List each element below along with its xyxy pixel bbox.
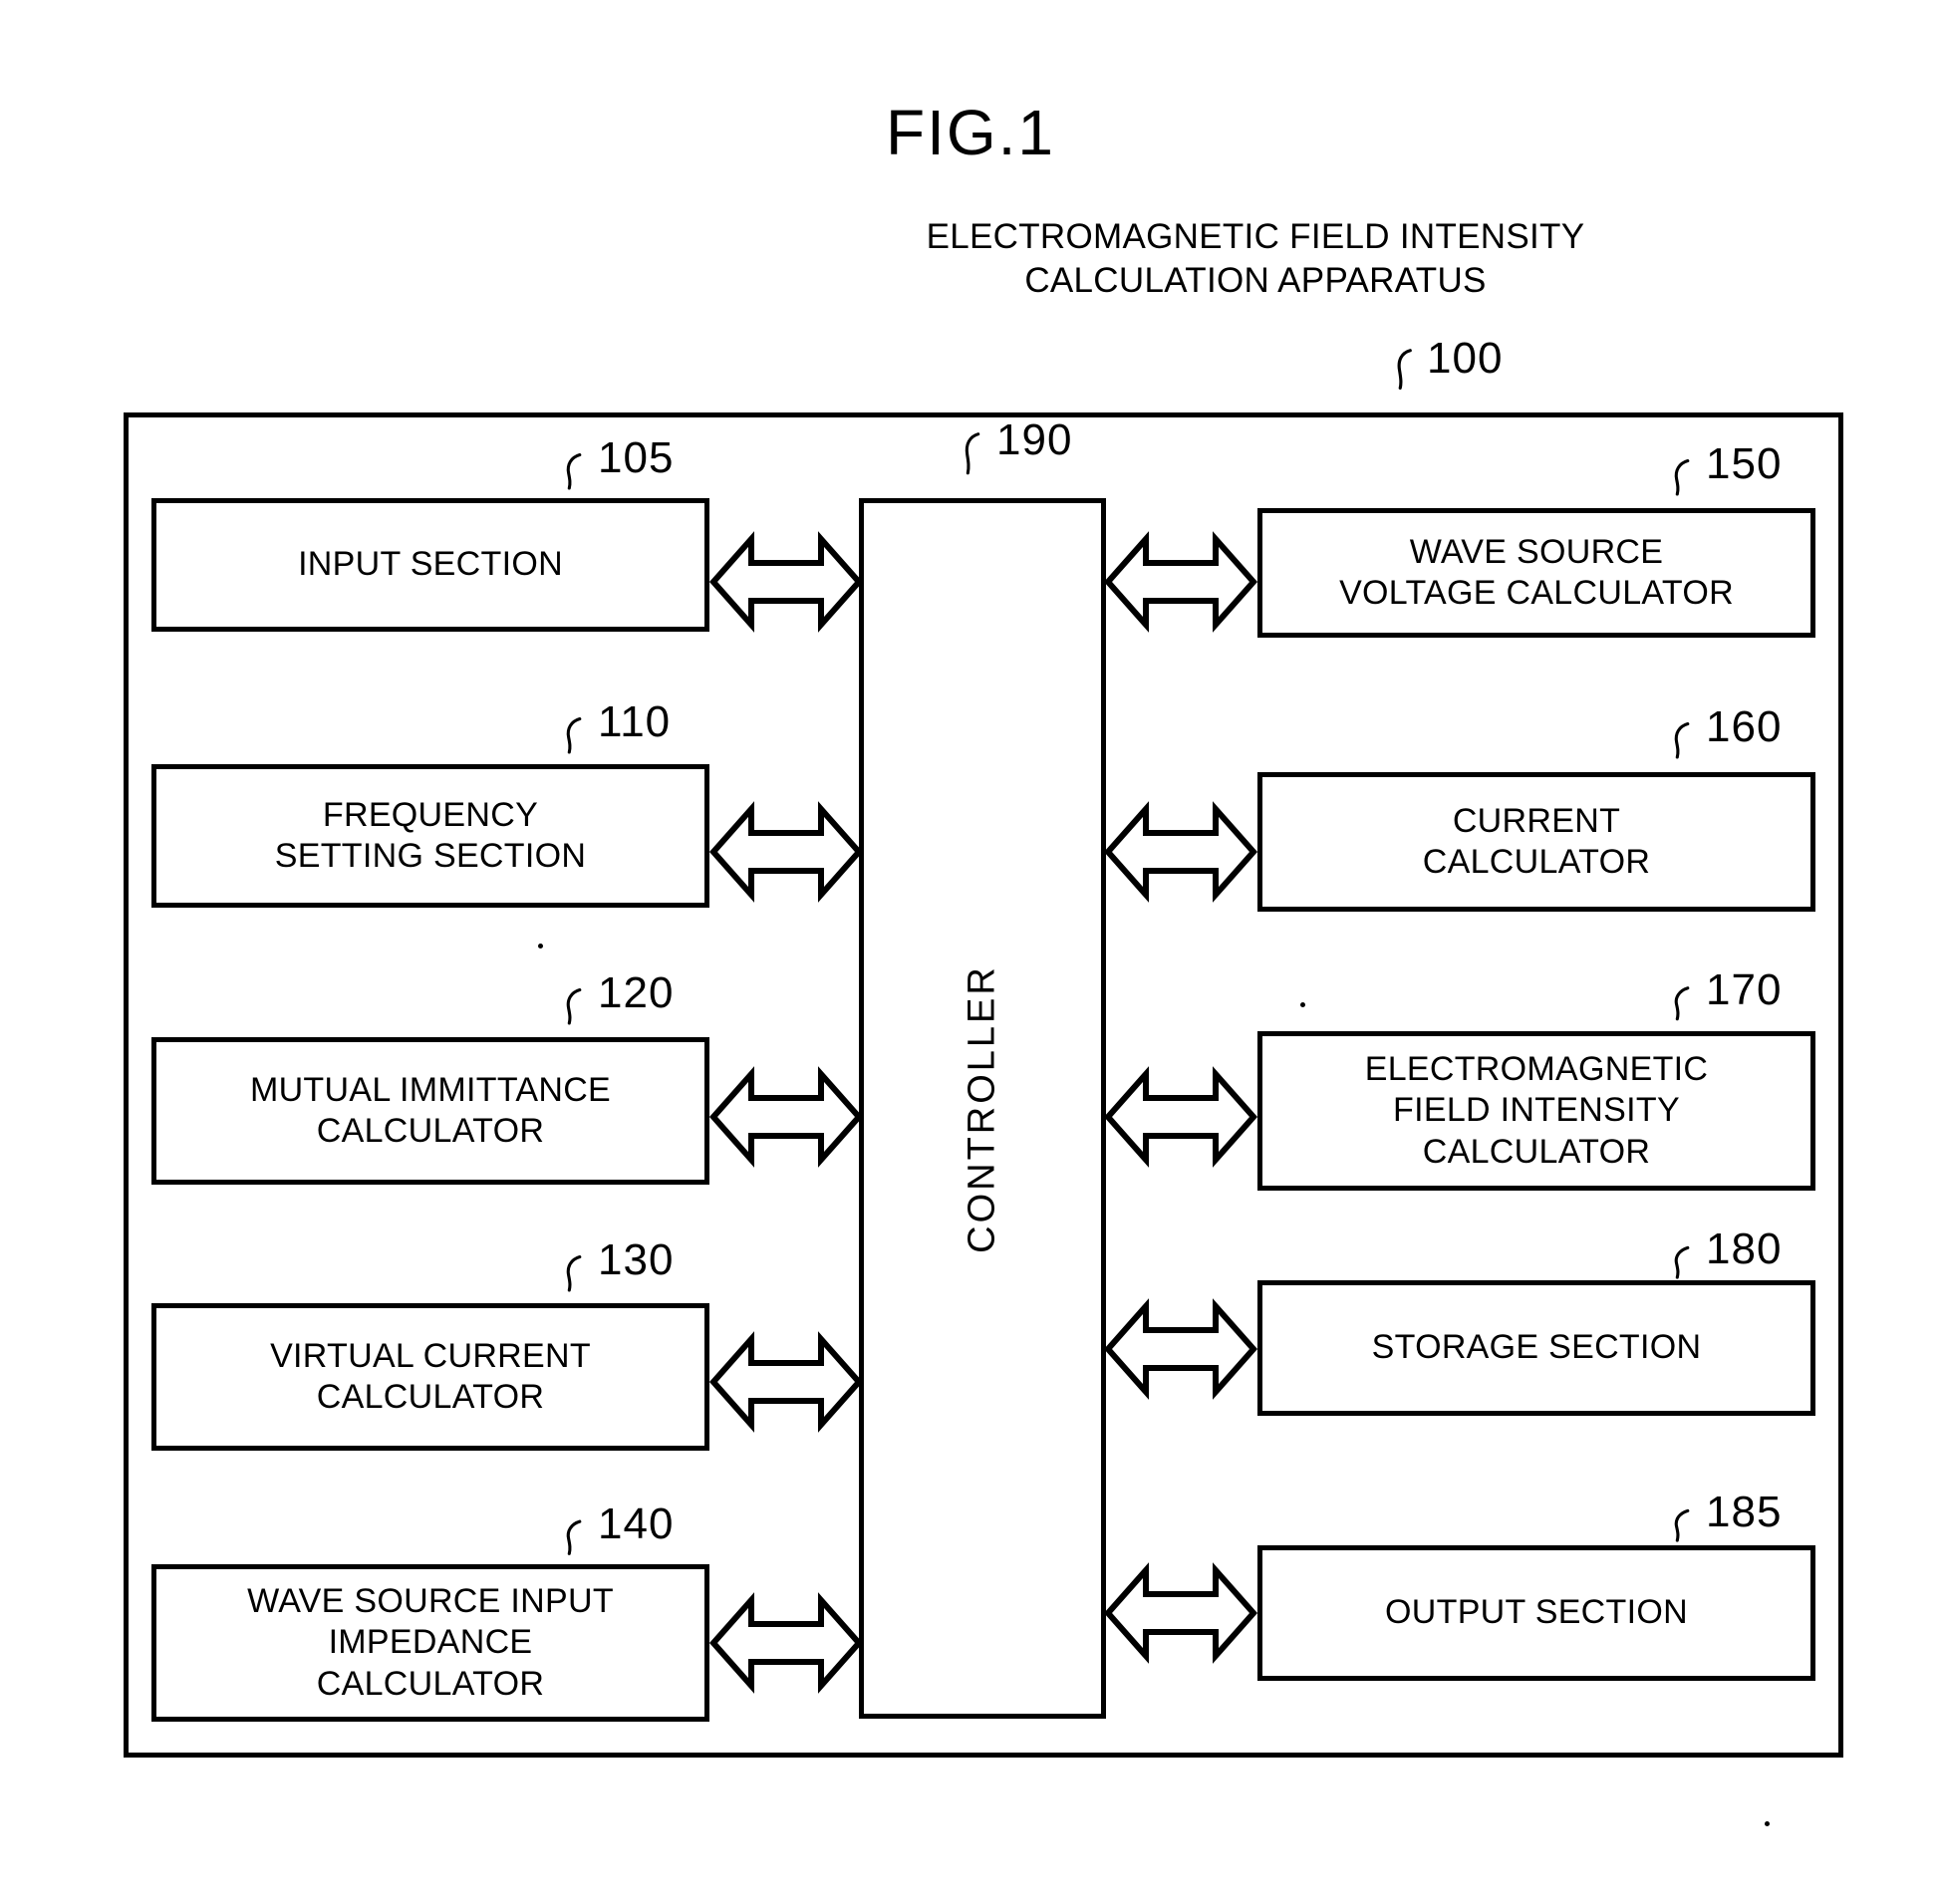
ref-leader-120-icon [566, 987, 582, 1025]
module-storage-section[interactable]: STORAGE SECTION [1257, 1280, 1815, 1416]
ref-leader-170-icon [1674, 986, 1690, 1021]
controller-label: CONTROLLER [961, 963, 1003, 1253]
ref-callout-150: 150 [1706, 439, 1783, 488]
ref-leader-140-icon [566, 1519, 582, 1555]
module-virtual-current-calculator-label: VIRTUAL CURRENT CALCULATOR [270, 1336, 591, 1416]
module-wave-source-voltage-calculator[interactable]: WAVE SOURCE VOLTAGE CALCULATOR [1257, 508, 1815, 638]
module-current-calculator[interactable]: CURRENT CALCULATOR [1257, 772, 1815, 912]
figure-title: FIG.1 [885, 97, 1056, 168]
ref-callout-160: 160 [1706, 702, 1783, 751]
ref-callout-120: 120 [598, 968, 675, 1017]
module-electromagnetic-field-intensity-calculator[interactable]: ELECTROMAGNETIC FIELD INTENSITY CALCULAT… [1257, 1031, 1815, 1191]
connector-arrow-frequency-setting-section [708, 801, 864, 903]
controller-box[interactable]: CONTROLLER [859, 498, 1106, 1719]
ref-callout-180: 180 [1706, 1224, 1783, 1273]
ref-callout-130: 130 [598, 1235, 675, 1284]
connector-arrow-output-section [1103, 1562, 1258, 1664]
ref-leader-130-icon [566, 1254, 582, 1292]
ref-leader-190-icon [965, 432, 980, 475]
ref-callout-105: 105 [598, 433, 675, 482]
connector-arrow-electromagnetic-field-intensity-calculator [1103, 1066, 1258, 1168]
apparatus-caption: ELECTROMAGNETIC FIELD INTENSITY CALCULAT… [877, 215, 1634, 303]
ref-callout-185: 185 [1706, 1488, 1783, 1536]
ref-leader-110-icon [566, 716, 582, 754]
module-mutual-immittance-calculator-label: MUTUAL IMMITTANCE CALCULATOR [249, 1070, 612, 1150]
ref-leader-105-icon [566, 452, 582, 490]
apparatus-caption-line1: ELECTROMAGNETIC FIELD INTENSITY [926, 217, 1585, 256]
module-input-section[interactable]: INPUT SECTION [151, 498, 709, 632]
connector-arrow-current-calculator [1103, 801, 1258, 903]
module-virtual-current-calculator[interactable]: VIRTUAL CURRENT CALCULATOR [151, 1303, 709, 1451]
module-frequency-setting-section[interactable]: FREQUENCY SETTING SECTION [151, 764, 709, 908]
module-electromagnetic-field-intensity-calculator-label: ELECTROMAGNETIC FIELD INTENSITY CALCULAT… [1364, 1049, 1709, 1171]
module-input-section-label: INPUT SECTION [298, 545, 563, 584]
connector-arrow-virtual-current-calculator [708, 1331, 864, 1433]
module-wave-source-input-impedance-calculator-label: WAVE SOURCE INPUT IMPEDANCE CALCULATOR [247, 1581, 614, 1703]
connector-arrow-wave-source-voltage-calculator [1103, 531, 1258, 633]
module-output-section-label: OUTPUT SECTION [1385, 1593, 1688, 1632]
ref-callout-170: 170 [1706, 965, 1783, 1014]
ref-callout-190: 190 [996, 415, 1073, 464]
ref-leader-185-icon [1674, 1508, 1690, 1542]
ref-callout-140: 140 [598, 1499, 675, 1548]
module-mutual-immittance-calculator[interactable]: MUTUAL IMMITTANCE CALCULATOR [151, 1037, 709, 1185]
module-current-calculator-label: CURRENT CALCULATOR [1422, 801, 1651, 881]
ref-leader-100-icon [1397, 349, 1412, 391]
ref-leader-160-icon [1674, 721, 1690, 759]
ref-leader-150-icon [1674, 458, 1690, 496]
ref-callout-110: 110 [598, 697, 672, 746]
connector-arrow-wave-source-input-impedance-calculator [708, 1592, 864, 1694]
module-wave-source-voltage-calculator-label: WAVE SOURCE VOLTAGE CALCULATOR [1339, 532, 1734, 612]
scan-speck [1765, 1821, 1770, 1826]
connector-arrow-mutual-immittance-calculator [708, 1066, 864, 1168]
module-wave-source-input-impedance-calculator[interactable]: WAVE SOURCE INPUT IMPEDANCE CALCULATOR [151, 1564, 709, 1722]
apparatus-caption-line2: CALCULATION APPARATUS [1024, 261, 1487, 301]
scan-speck [1300, 1002, 1305, 1007]
module-storage-section-label: STORAGE SECTION [1371, 1328, 1702, 1367]
connector-arrow-storage-section [1103, 1298, 1258, 1400]
scan-speck [538, 944, 543, 949]
ref-leader-180-icon [1674, 1245, 1690, 1279]
ref-callout-100: 100 [1427, 334, 1504, 383]
module-output-section[interactable]: OUTPUT SECTION [1257, 1545, 1815, 1681]
connector-arrow-input-section [708, 531, 864, 633]
module-frequency-setting-section-label: FREQUENCY SETTING SECTION [274, 795, 587, 875]
